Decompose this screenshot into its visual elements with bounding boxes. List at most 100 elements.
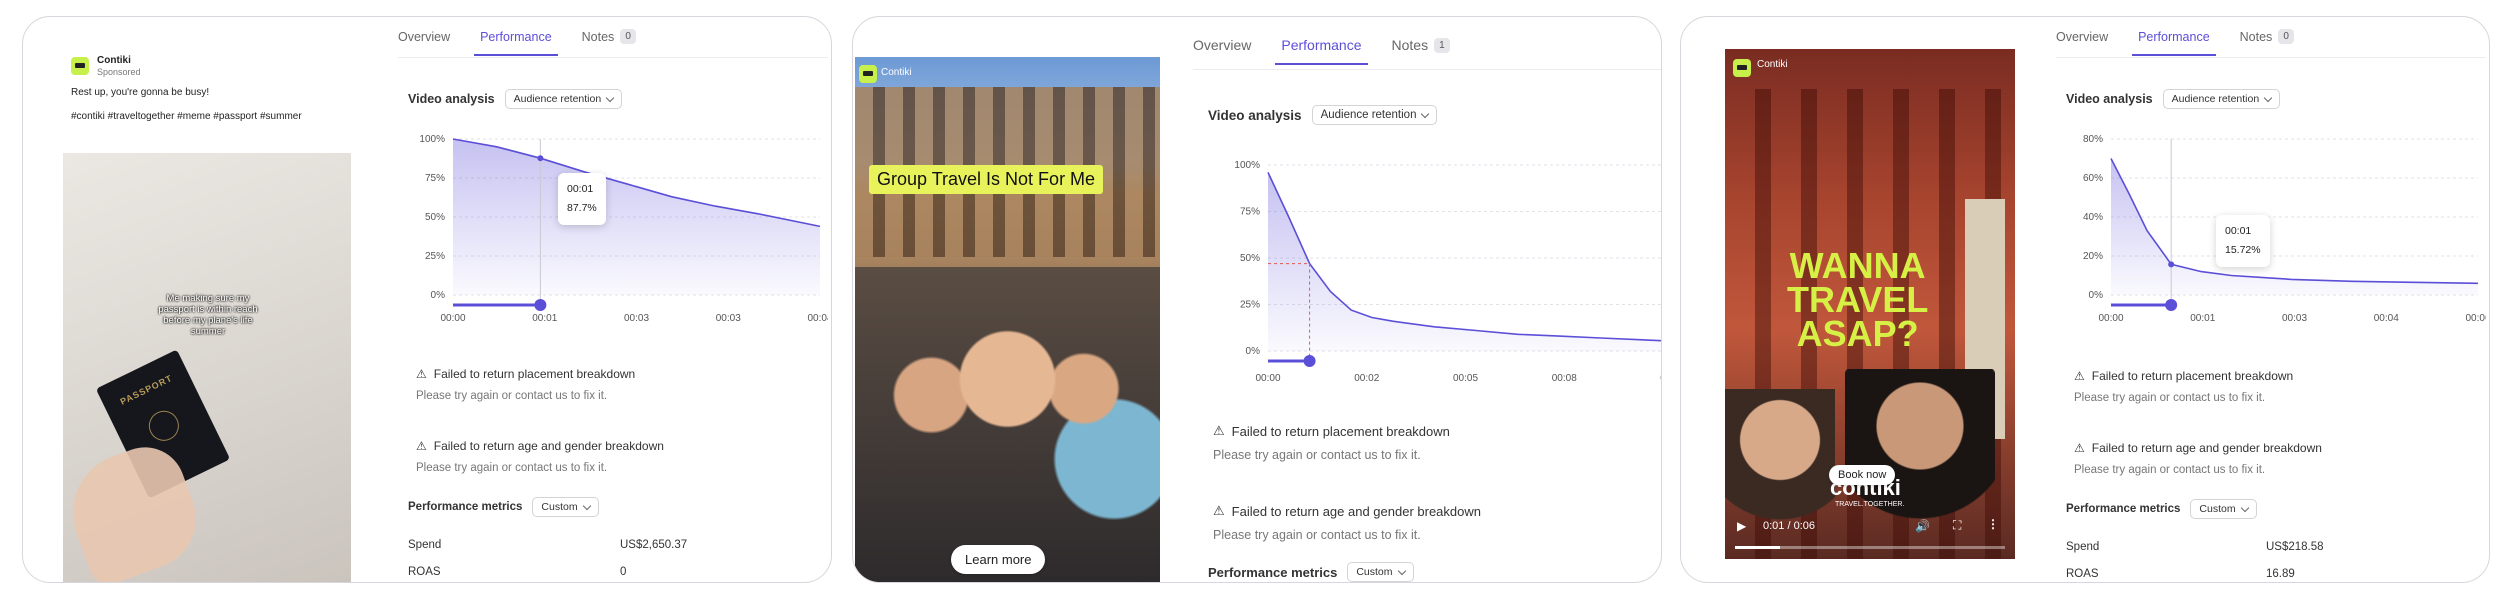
dropdown-value: Custom	[2199, 503, 2236, 515]
tab-performance-label: Performance	[1281, 37, 1362, 53]
tab-divider	[2056, 57, 2486, 58]
spend-value: US$218.58	[2266, 541, 2324, 553]
y-tick-label: 80%	[2083, 134, 2103, 145]
tab-overview[interactable]: Overview	[2056, 29, 2108, 56]
chevron-down-icon	[582, 501, 591, 510]
x-tick-label: 00:04	[2374, 313, 2399, 324]
tab-overview[interactable]: Overview	[398, 29, 450, 56]
warning-subtext: Please try again or contact us to fix it…	[2074, 464, 2266, 476]
passport-label: PASSPORT	[118, 372, 175, 407]
tab-performance-label: Performance	[2138, 29, 2210, 44]
tab-performance[interactable]: Performance	[1275, 37, 1368, 65]
custom-dropdown[interactable]: Custom	[532, 497, 599, 517]
tab-notes[interactable]: Notes 0	[2240, 29, 2294, 56]
audience-retention-dropdown[interactable]: Audience retention	[504, 89, 623, 109]
video-analysis-header: Video analysis Audience retention	[1208, 105, 1438, 125]
tooltip-time: 00:01	[2225, 225, 2252, 237]
chevron-down-icon	[1421, 109, 1430, 118]
y-tick-label: 0%	[2089, 290, 2104, 301]
ad-panel-2: Contiki Group Travel Is Not For Me Learn…	[852, 16, 1662, 583]
y-tick-label: 50%	[1240, 253, 1260, 264]
chart-tooltip: 00:01 87.7%	[558, 173, 606, 225]
video-time: 0:01 / 0:06	[1763, 520, 1815, 532]
ad-preview-1[interactable]: Contiki Sponsored Rest up, you're gonna …	[63, 45, 351, 582]
ad-panel-3: Contiki WANNA TRAVEL ASAP? contiki TRAVE…	[1680, 16, 2490, 583]
video-progress-bar[interactable]	[1735, 546, 2005, 549]
spend-label: Spend	[408, 539, 442, 551]
play-icon[interactable]: ▶	[1737, 519, 1746, 533]
y-tick-label: 75%	[1240, 207, 1260, 218]
video-progress-fill	[1735, 546, 1780, 549]
tab-performance[interactable]: Performance	[474, 29, 558, 56]
x-tick-label: 0	[1660, 373, 1662, 384]
performance-metrics-title: Performance metrics	[408, 501, 523, 513]
warning-subtext: Please try again or contact us to fix it…	[1213, 528, 1421, 542]
tab-performance[interactable]: Performance	[2132, 29, 2216, 56]
chevron-down-icon	[2240, 503, 2249, 512]
audience-retention-dropdown[interactable]: Audience retention	[2162, 89, 2281, 109]
chevron-down-icon	[605, 93, 615, 102]
crowd-image	[855, 267, 1160, 582]
x-tick-label: 00:00	[1255, 373, 1280, 384]
tab-performance-label: Performance	[480, 29, 552, 44]
volume-icon[interactable]: 🔊	[1915, 519, 1930, 533]
learn-more-button[interactable]: Learn more	[951, 545, 1046, 574]
y-tick-label: 40%	[2083, 212, 2103, 223]
custom-dropdown[interactable]: Custom	[1347, 562, 1414, 582]
retention-area	[1268, 172, 1661, 351]
scrubber-handle	[534, 299, 547, 311]
person-image	[1725, 389, 1835, 559]
warning-icon: ⚠	[2074, 369, 2085, 383]
video-analysis-header: Video analysis Audience retention	[2066, 89, 2281, 109]
tab-overview[interactable]: Overview	[1193, 37, 1251, 65]
warning-title: Failed to return placement breakdown	[1231, 423, 1450, 439]
tooltip-value: 87.7%	[567, 202, 597, 214]
performance-metrics-title: Performance metrics	[2066, 503, 2181, 515]
y-tick-label: 50%	[425, 212, 445, 223]
roas-label: ROAS	[2066, 568, 2099, 580]
data-point	[537, 155, 544, 162]
x-tick-label: 00:05	[1453, 373, 1478, 384]
warning-title: Failed to return placement breakdown	[433, 367, 636, 381]
spend-label: Spend	[2066, 541, 2100, 553]
dropdown-value: Custom	[541, 501, 578, 513]
ad-preview-2[interactable]: Contiki Group Travel Is Not For Me Learn…	[855, 57, 1160, 582]
warning-title: Failed to return age and gender breakdow…	[433, 439, 664, 453]
tab-notes[interactable]: Notes 1	[1392, 37, 1450, 65]
tab-notes-label: Notes	[1391, 37, 1429, 53]
ad-preview-3[interactable]: Contiki WANNA TRAVEL ASAP? contiki TRAVE…	[1725, 49, 2015, 559]
notes-count-badge: 1	[1434, 37, 1450, 53]
custom-dropdown[interactable]: Custom	[2190, 499, 2257, 519]
audience-retention-dropdown[interactable]: Audience retention	[1311, 105, 1438, 125]
y-tick-label: 0%	[431, 290, 446, 301]
brand-name: Contiki	[1757, 59, 1788, 70]
performance-metrics-title: Performance metrics	[1208, 564, 1338, 580]
warning-icon: ⚠	[2074, 441, 2085, 455]
video-headline: WANNA TRAVEL ASAP?	[1787, 248, 1928, 352]
video-analysis-title: Video analysis	[1208, 107, 1302, 123]
scrubber-handle	[1303, 355, 1316, 367]
tab-notes[interactable]: Notes 0	[582, 29, 636, 56]
y-tick-label: 25%	[425, 251, 445, 262]
analysis-column-1: Overview Performance Notes 0 Video analys…	[398, 17, 828, 582]
video-analysis-title: Video analysis	[2066, 92, 2153, 106]
notes-count-badge: 0	[620, 29, 636, 44]
y-tick-label: 100%	[1234, 160, 1260, 171]
brand-logo-icon	[1733, 59, 1751, 77]
more-options-icon[interactable]: ⋮	[1987, 517, 1999, 531]
scrubber-handle	[2165, 299, 2178, 311]
fullscreen-icon[interactable]: ⛶	[1953, 518, 1961, 533]
tooltip-value: 15.72%	[2225, 244, 2261, 256]
warning-subtext: Please try again or contact us to fix it…	[2074, 392, 2266, 404]
retention-chart: 80% 60% 40% 20% 0% 00:00 00:01 00:03 00:04 00:06	[2083, 134, 2486, 324]
ad-hashtags: #contiki #traveltogether #meme #passport…	[71, 111, 302, 122]
x-tick-label: 00:06	[2465, 313, 2486, 324]
video-frame: Me making sure my passport is within rea…	[63, 153, 351, 582]
book-now-button[interactable]: Book now	[1829, 465, 1896, 485]
x-tick-label: 00:01	[2190, 313, 2215, 324]
placement-warning: ⚠ Failed to return placement breakdown Pl…	[1213, 423, 1450, 462]
retention-chart: 100% 75% 50% 25% 0% 00:00 00:01 00:03 00:03 00:04	[419, 134, 828, 324]
tab-overview-label: Overview	[398, 29, 451, 44]
brand-logo-icon	[859, 65, 877, 83]
tab-notes-label: Notes	[581, 29, 615, 44]
